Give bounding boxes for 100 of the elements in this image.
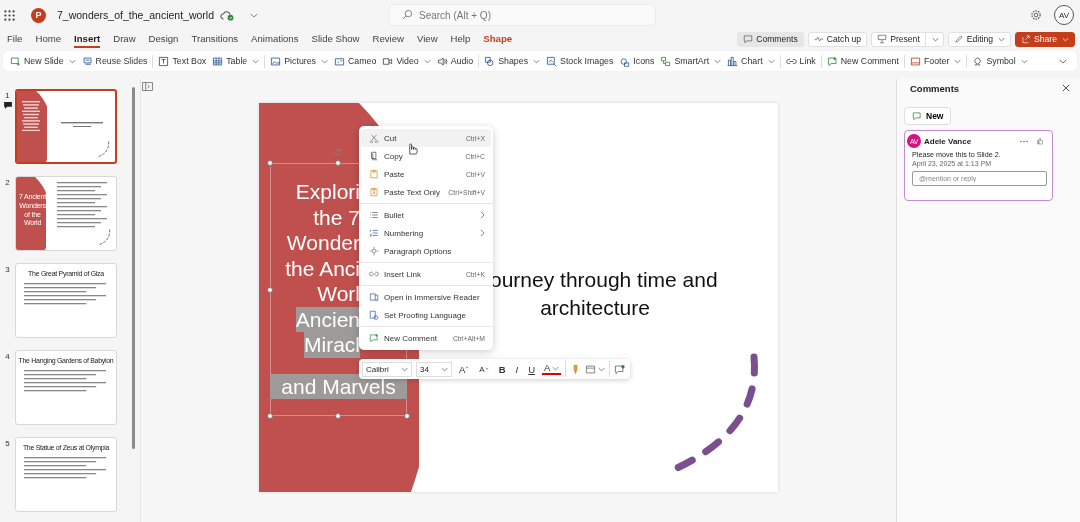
ribbon-button[interactable]: New Comment <box>823 55 902 67</box>
ribbon-tab[interactable]: Animations <box>251 30 299 48</box>
menu-item-label: Paste Text Only <box>384 187 441 197</box>
format-button[interactable]: A <box>542 363 562 375</box>
document-globe-icon <box>369 310 379 320</box>
ribbon-tab[interactable]: Shape <box>483 30 513 48</box>
catch-up-button[interactable]: Catch up <box>807 31 868 47</box>
comment-author: Adele Vance <box>924 136 973 146</box>
caret-up-icon <box>465 365 470 369</box>
ribbon-tab[interactable]: Help <box>450 30 471 48</box>
ribbon-tab[interactable]: Slide Show <box>311 30 360 48</box>
cloud-icon[interactable] <box>220 9 235 21</box>
menu-item[interactable]: Set Proofing Language <box>361 306 491 324</box>
ribbon-button[interactable]: Symbol <box>969 55 1031 67</box>
ribbon-button[interactable]: Video <box>379 55 434 67</box>
subtitle-text-line: architecture <box>540 296 650 320</box>
slide-thumbnail[interactable] <box>15 89 117 164</box>
resize-handle[interactable] <box>335 413 341 419</box>
font-size-dropdown[interactable]: 34 <box>416 361 452 377</box>
ribbon-button[interactable]: Table <box>209 55 263 67</box>
ribbon-button[interactable]: Cameo <box>331 55 380 67</box>
ribbon-button[interactable]: Audio <box>433 55 477 67</box>
bar-chart-icon <box>727 55 739 67</box>
ribbon-button[interactable]: Chart <box>724 55 778 67</box>
thumbs-up-icon[interactable] <box>1037 137 1043 145</box>
caret-icon[interactable] <box>250 12 259 18</box>
ribbon-tab[interactable]: View <box>417 30 438 48</box>
share-button[interactable]: Share <box>1015 31 1075 47</box>
ribbon-button[interactable]: Pictures <box>267 55 331 67</box>
caret-icon <box>484 366 489 370</box>
menu-item[interactable]: Numbering <box>361 224 491 242</box>
ribbon-tab[interactable]: File <box>7 30 23 48</box>
caret-icon <box>552 365 560 371</box>
dashed-arc-drawing <box>96 141 110 158</box>
caret-icon <box>441 366 448 372</box>
collapse-ribbon-icon[interactable] <box>1059 58 1067 64</box>
menu-item[interactable]: Bullet <box>361 206 491 224</box>
format-button[interactable]: B <box>495 363 509 375</box>
slide-number: 1 <box>5 91 10 100</box>
ribbon-tab[interactable]: Review <box>372 30 404 48</box>
pencil-icon <box>953 34 964 44</box>
settings-icon[interactable] <box>1030 9 1042 21</box>
ribbon-button[interactable]: Stock Images <box>543 55 617 67</box>
title-text-line: Wonder <box>286 230 360 256</box>
ribbon-button[interactable]: Link <box>782 55 819 67</box>
scrollbar[interactable] <box>132 87 135 449</box>
user-avatar[interactable]: AV <box>1054 5 1074 25</box>
ribbon-tab[interactable]: Home <box>35 30 62 48</box>
ribbon-button[interactable]: Icons <box>616 55 658 67</box>
comment-icon[interactable] <box>614 363 626 375</box>
ribbon-button[interactable]: New Slide <box>7 55 79 67</box>
ribbon-tab[interactable]: Transitions <box>191 30 239 48</box>
app-launcher-icon[interactable] <box>4 9 15 21</box>
numbered-list-icon <box>369 228 379 238</box>
format-button[interactable]: A <box>476 364 492 374</box>
more-options-icon[interactable] <box>1020 139 1028 143</box>
resize-handle[interactable] <box>267 287 273 293</box>
format-button[interactable]: U <box>525 363 539 375</box>
footer-icon <box>909 55 921 67</box>
new-comment-button[interactable]: New <box>904 107 952 125</box>
shapes-icon <box>619 55 631 67</box>
speaker-icon <box>436 55 448 67</box>
format-button[interactable]: A <box>456 363 473 375</box>
file-name[interactable]: 7_wonders_of_the_ancient_world <box>57 9 215 21</box>
menu-item[interactable]: Paragraph Options <box>361 242 491 260</box>
ribbon-tab[interactable]: Draw <box>113 30 136 48</box>
resize-handle[interactable] <box>267 160 273 166</box>
video-camera-icon <box>382 55 394 67</box>
panel-toggle-icon[interactable] <box>142 82 153 91</box>
app-logo[interactable]: P <box>31 7 46 23</box>
comments-button[interactable]: Comments <box>737 31 804 47</box>
ribbon-button[interactable]: Text Box <box>155 55 210 67</box>
ribbon-tab[interactable]: Insert <box>74 30 101 48</box>
caret-icon <box>598 366 606 372</box>
resize-handle[interactable] <box>335 160 341 166</box>
ribbon-button[interactable]: SmartArt <box>657 55 725 67</box>
link-icon <box>369 269 379 279</box>
shape-format-button[interactable] <box>585 363 606 375</box>
dashed-arc-drawing <box>97 229 111 246</box>
caret-icon <box>401 366 408 372</box>
resize-handle[interactable] <box>267 413 273 419</box>
rotate-handle-icon[interactable] <box>334 148 343 157</box>
scissors-icon <box>369 133 379 143</box>
ribbon-tab[interactable]: Design <box>148 30 179 48</box>
ribbon-button[interactable]: Shapes <box>481 55 544 67</box>
present-button[interactable]: Present <box>871 31 926 47</box>
menu-item[interactable]: Open in Immersive Reader <box>361 288 491 306</box>
caret-icon <box>423 58 431 64</box>
editing-mode-button[interactable]: Editing <box>947 31 1012 47</box>
image-icon <box>270 55 282 67</box>
font-name-dropdown[interactable]: Calibri <box>362 361 412 377</box>
resize-handle[interactable] <box>404 413 410 419</box>
menu-item-label: New Comment <box>384 333 438 343</box>
panel-title: Comments <box>910 82 960 94</box>
ribbon-button[interactable]: Footer <box>906 55 965 67</box>
ribbon-button[interactable]: Reuse Slides <box>78 55 151 67</box>
close-icon[interactable] <box>1062 84 1070 92</box>
search-field[interactable]: Search (Alt + Q) <box>390 5 655 25</box>
caret-icon <box>931 36 939 42</box>
format-button[interactable]: I <box>512 363 522 375</box>
